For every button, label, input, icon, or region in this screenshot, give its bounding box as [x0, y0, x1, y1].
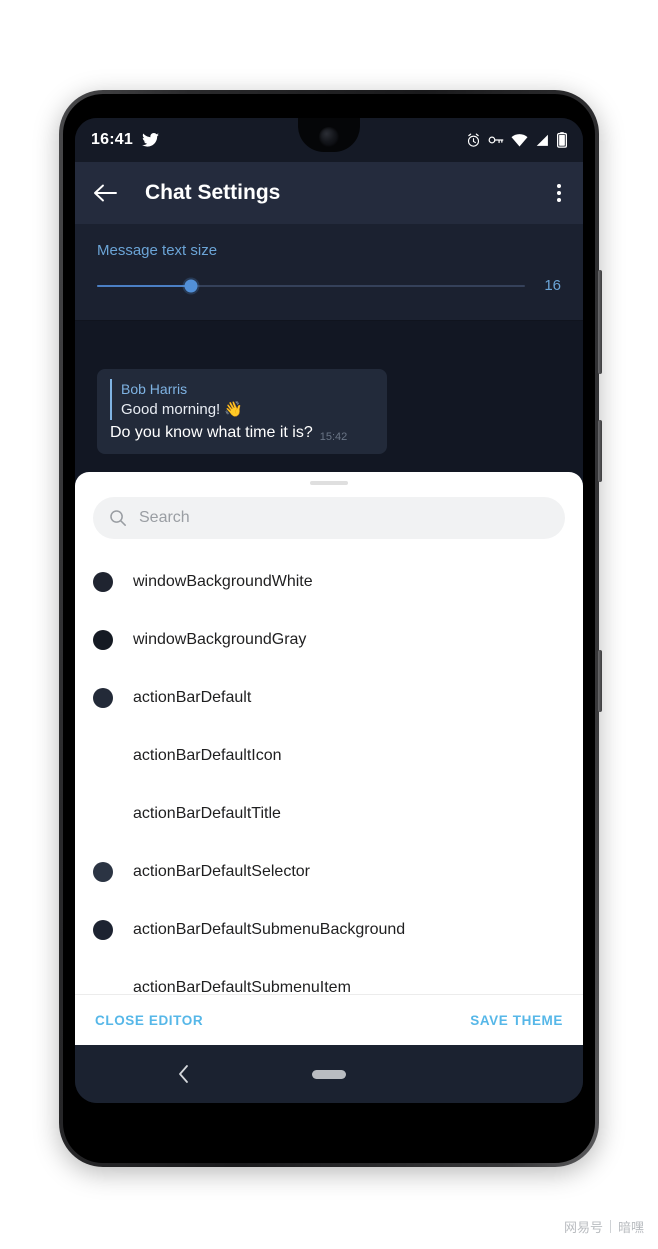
slider-knob[interactable]: [184, 279, 198, 292]
theme-key-label: actionBarDefaultSubmenuBackground: [133, 921, 406, 938]
watermark: 网易号 暗嘿: [564, 1217, 644, 1236]
search-icon: [110, 510, 126, 526]
message-timestamp: 15:42: [319, 431, 348, 443]
assistant-button[interactable]: [598, 650, 602, 712]
theme-editor-sheet: windowBackgroundWhite windowBackgroundGr…: [75, 472, 583, 1045]
system-navigation-bar: [75, 1045, 583, 1103]
theme-list-item[interactable]: windowBackgroundGray: [75, 611, 583, 669]
status-bar-left: 16:41: [91, 131, 159, 149]
reply-quote: Bob Harris Good morning! 👋: [110, 379, 375, 420]
battery-icon: [557, 132, 567, 148]
theme-key-label: actionBarDefaultSelector: [133, 863, 310, 880]
swatch-slot: [93, 688, 133, 708]
message-text-size-label: Message text size: [97, 242, 218, 259]
swatch-slot: [93, 630, 133, 650]
swatch-slot: [93, 572, 133, 592]
theme-list-item[interactable]: actionBarDefault: [75, 669, 583, 727]
theme-list-item[interactable]: actionBarDefaultSelector: [75, 843, 583, 901]
text-size-slider-row: 16: [97, 277, 561, 294]
page-title: Chat Settings: [145, 181, 281, 204]
text-size-slider[interactable]: [97, 279, 525, 292]
close-editor-button[interactable]: CLOSE EDITOR: [93, 1007, 205, 1034]
phone-screen: 16:41 Chat Settings Message text size 16…: [75, 118, 583, 1103]
theme-list-item[interactable]: actionBarDefaultIcon: [75, 727, 583, 785]
signal-icon: [536, 134, 548, 146]
vpn-key-icon: [488, 136, 504, 144]
more-vertical-icon[interactable]: [553, 178, 565, 208]
chat-message-bubble: Bob Harris Good morning! 👋 Do you know w…: [97, 369, 387, 454]
phone-device-frame: 16:41 Chat Settings Message text size 16…: [59, 90, 602, 1167]
slider-fill: [97, 284, 192, 287]
search-container: [75, 485, 583, 545]
text-size-value: 16: [544, 277, 561, 294]
theme-color-list[interactable]: windowBackgroundWhite windowBackgroundGr…: [75, 545, 583, 994]
watermark-divider: [609, 1220, 611, 1233]
color-swatch[interactable]: [93, 572, 113, 592]
theme-key-label: windowBackgroundWhite: [133, 573, 313, 590]
theme-key-label: actionBarDefaultIcon: [133, 747, 282, 764]
front-camera-icon: [319, 127, 339, 147]
theme-list-item[interactable]: actionBarDefaultTitle: [75, 785, 583, 843]
reply-message-text: Good morning! 👋: [121, 401, 244, 418]
power-button[interactable]: [598, 420, 602, 482]
reply-author-name: Bob Harris: [121, 381, 188, 397]
watermark-author: 暗嘿: [617, 1220, 644, 1235]
home-pill-icon[interactable]: [312, 1069, 346, 1079]
color-swatch[interactable]: [93, 862, 113, 882]
nav-back-chevron-icon[interactable]: [177, 1064, 191, 1084]
theme-key-label: actionBarDefaultTitle: [133, 805, 281, 822]
theme-list-item[interactable]: actionBarDefaultSubmenuBackground: [75, 901, 583, 959]
swatch-slot: [93, 920, 133, 940]
theme-list-item[interactable]: actionBarDefaultSubmenuItem: [75, 959, 583, 994]
alarm-icon: [467, 133, 480, 147]
theme-key-label: actionBarDefaultSubmenuItem: [133, 979, 351, 994]
app-bar: Chat Settings: [75, 162, 583, 224]
save-theme-button[interactable]: SAVE THEME: [468, 1007, 565, 1034]
swatch-slot: [93, 862, 133, 882]
back-arrow-icon[interactable]: [93, 183, 117, 203]
phone-bezel: 16:41 Chat Settings Message text size 16…: [63, 94, 595, 1163]
message-text-size-section: Message text size 16: [75, 224, 583, 321]
theme-key-label: actionBarDefault: [133, 689, 252, 706]
color-swatch[interactable]: [93, 688, 113, 708]
search-box[interactable]: [93, 497, 565, 539]
color-swatch[interactable]: [93, 920, 113, 940]
color-swatch[interactable]: [93, 630, 113, 650]
theme-key-label: windowBackgroundGray: [133, 631, 307, 648]
search-input[interactable]: [139, 509, 549, 527]
status-time: 16:41: [91, 131, 133, 148]
volume-button[interactable]: [598, 270, 602, 374]
theme-list-item[interactable]: windowBackgroundWhite: [75, 553, 583, 611]
status-bar-right: [466, 132, 567, 148]
wifi-icon: [511, 133, 528, 147]
sheet-footer: CLOSE EDITOR SAVE THEME: [75, 994, 583, 1045]
message-text: Do you know what time it is?: [110, 424, 313, 441]
watermark-brand: 网易号: [563, 1220, 603, 1235]
twitter-bird-icon: [142, 133, 159, 147]
